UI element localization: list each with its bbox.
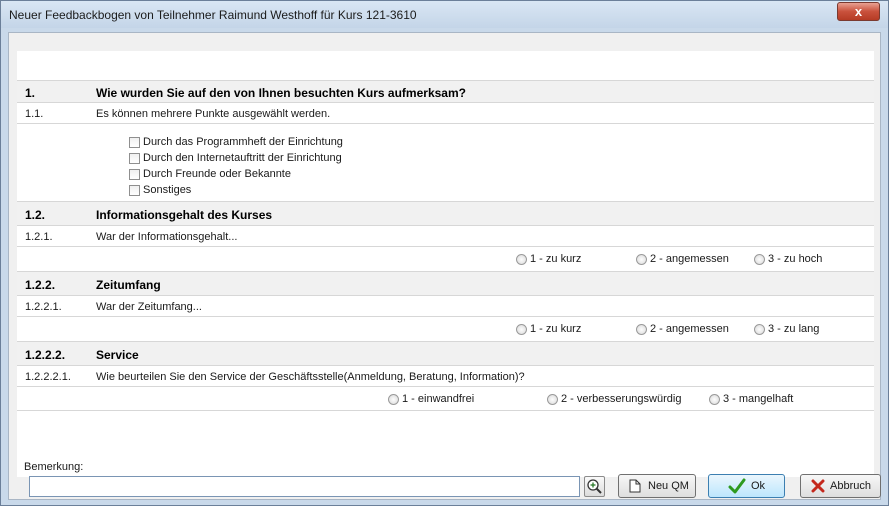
radio-option-1[interactable]: [388, 394, 399, 405]
cancel-button[interactable]: Abbruch: [800, 474, 881, 498]
section-number: 1.2.2.: [25, 278, 56, 292]
radio-option-1[interactable]: [516, 324, 527, 335]
dialog-window: Neuer Feedbackbogen von Teilnehmer Raimu…: [0, 0, 889, 506]
question-row-1-1: 1.1. Es können mehrere Punkte ausgewählt…: [17, 102, 874, 123]
section-header-1-2: 1.2. Informationsgehalt des Kurses: [17, 201, 874, 225]
radio-option-2[interactable]: [547, 394, 558, 405]
radio-label: 1 - einwandfrei: [402, 393, 475, 405]
close-button[interactable]: x: [837, 2, 880, 21]
checkbox-freunde[interactable]: [129, 169, 140, 180]
radio-label: 3 - zu lang: [768, 323, 820, 335]
ok-label: Ok: [751, 480, 766, 492]
section-title: Service: [96, 348, 139, 362]
section-header-1-2-2-2: 1.2.2.2. Service: [17, 341, 874, 365]
radio-label: 3 - zu hoch: [768, 253, 823, 265]
radio-option-3[interactable]: [754, 254, 765, 265]
title-bar[interactable]: Neuer Feedbackbogen von Teilnehmer Raimu…: [1, 1, 888, 28]
radio-label: 3 - mangelhaft: [723, 393, 794, 405]
section-title: Informationsgehalt des Kurses: [96, 208, 273, 222]
checkbox-sonstiges[interactable]: [129, 185, 140, 196]
section-title: Wie wurden Sie auf den von Ihnen besucht…: [96, 86, 466, 100]
radio-option-1[interactable]: [516, 254, 527, 265]
radio-group-service: 1 - einwandfrei 2 - verbesserungswürdig …: [17, 386, 874, 411]
section-number: 1.2.: [25, 208, 46, 222]
radio-option-3[interactable]: [709, 394, 720, 405]
window-title: Neuer Feedbackbogen von Teilnehmer Raimu…: [9, 8, 417, 22]
checkbox-label: Sonstiges: [143, 184, 192, 196]
new-qm-label: Neu QM: [648, 480, 689, 492]
close-icon: x: [854, 4, 863, 19]
section-number: 1.: [25, 86, 36, 100]
section-number: 1.2.2.2.: [25, 348, 66, 362]
checkbox-label: Durch das Programmheft der Einrichtung: [143, 136, 343, 148]
checkbox-label: Durch den Internetauftritt der Einrichtu…: [143, 152, 342, 164]
remark-label: Bemerkung:: [24, 461, 84, 473]
checkbox-group: Durch das Programmheft der Einrichtung D…: [17, 123, 874, 201]
question-number: 1.1.: [25, 108, 44, 120]
dialog-client-area: 1. Wie wurden Sie auf den von Ihnen besu…: [8, 32, 881, 500]
question-text: War der Zeitumfang...: [96, 301, 202, 313]
checkmark-icon: [728, 478, 746, 494]
radio-option-2[interactable]: [636, 324, 647, 335]
radio-group-informationsgehalt: 1 - zu kurz 2 - angemessen 3 - zu hoch: [17, 246, 874, 271]
zoom-button[interactable]: [584, 476, 605, 497]
new-qm-button[interactable]: Neu QM: [618, 474, 696, 498]
question-number: 1.2.2.2.1.: [25, 371, 71, 383]
question-text: Es können mehrere Punkte ausgewählt werd…: [96, 108, 331, 120]
radio-label: 1 - zu kurz: [530, 253, 582, 265]
radio-label: 1 - zu kurz: [530, 323, 582, 335]
radio-label: 2 - angemessen: [650, 323, 729, 335]
cancel-label: Abbruch: [830, 480, 871, 492]
question-text: War der Informationsgehalt...: [96, 231, 238, 243]
radio-label: 2 - verbesserungswürdig: [561, 393, 682, 405]
feedback-form: 1. Wie wurden Sie auf den von Ihnen besu…: [17, 51, 874, 477]
checkbox-label: Durch Freunde oder Bekannte: [143, 168, 291, 180]
question-row-1-2-1: 1.2.1. War der Informationsgehalt...: [17, 225, 874, 246]
new-document-icon: [629, 479, 641, 493]
checkbox-internetauftritt[interactable]: [129, 153, 140, 164]
section-title: Zeitumfang: [96, 278, 161, 292]
magnifier-icon: [587, 479, 602, 494]
checkbox-programmheft[interactable]: [129, 137, 140, 148]
radio-option-3[interactable]: [754, 324, 765, 335]
cancel-x-icon: [811, 479, 825, 493]
question-number: 1.2.1.: [25, 231, 53, 243]
question-text: Wie beurteilen Sie den Service der Gesch…: [96, 371, 525, 383]
ok-button[interactable]: Ok: [708, 474, 785, 498]
question-row-1-2-2-1: 1.2.2.1. War der Zeitumfang...: [17, 295, 874, 316]
radio-option-2[interactable]: [636, 254, 647, 265]
section-header-1-2-2: 1.2.2. Zeitumfang: [17, 271, 874, 295]
radio-group-zeitumfang: 1 - zu kurz 2 - angemessen 3 - zu lang: [17, 316, 874, 341]
question-number: 1.2.2.1.: [25, 301, 62, 313]
remark-input[interactable]: [29, 476, 580, 497]
question-row-1-2-2-2-1: 1.2.2.2.1. Wie beurteilen Sie den Servic…: [17, 365, 874, 386]
radio-label: 2 - angemessen: [650, 253, 729, 265]
section-header-1: 1. Wie wurden Sie auf den von Ihnen besu…: [17, 80, 874, 102]
